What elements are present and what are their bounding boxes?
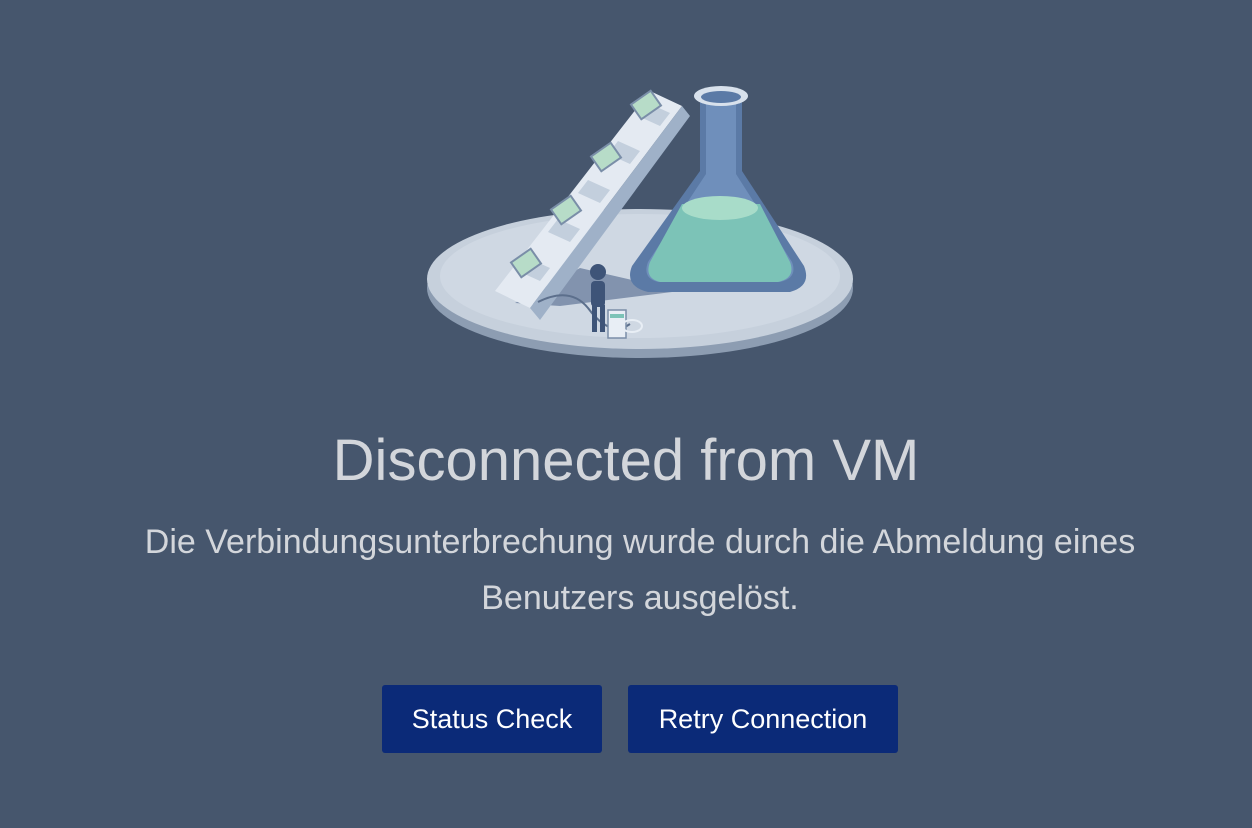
lab-flask-conveyor-illustration [427,86,853,358]
disconnect-reason-message: Die Verbindungsunterbrechung wurde durch… [144,523,1136,617]
disconnected-page: Disconnected from VM Die Verbindungsunte… [0,0,1252,828]
page-title: Disconnected from VM [332,428,920,493]
retry-connection-button[interactable]: Retry Connection [628,685,898,753]
status-check-button[interactable]: Status Check [382,685,602,753]
